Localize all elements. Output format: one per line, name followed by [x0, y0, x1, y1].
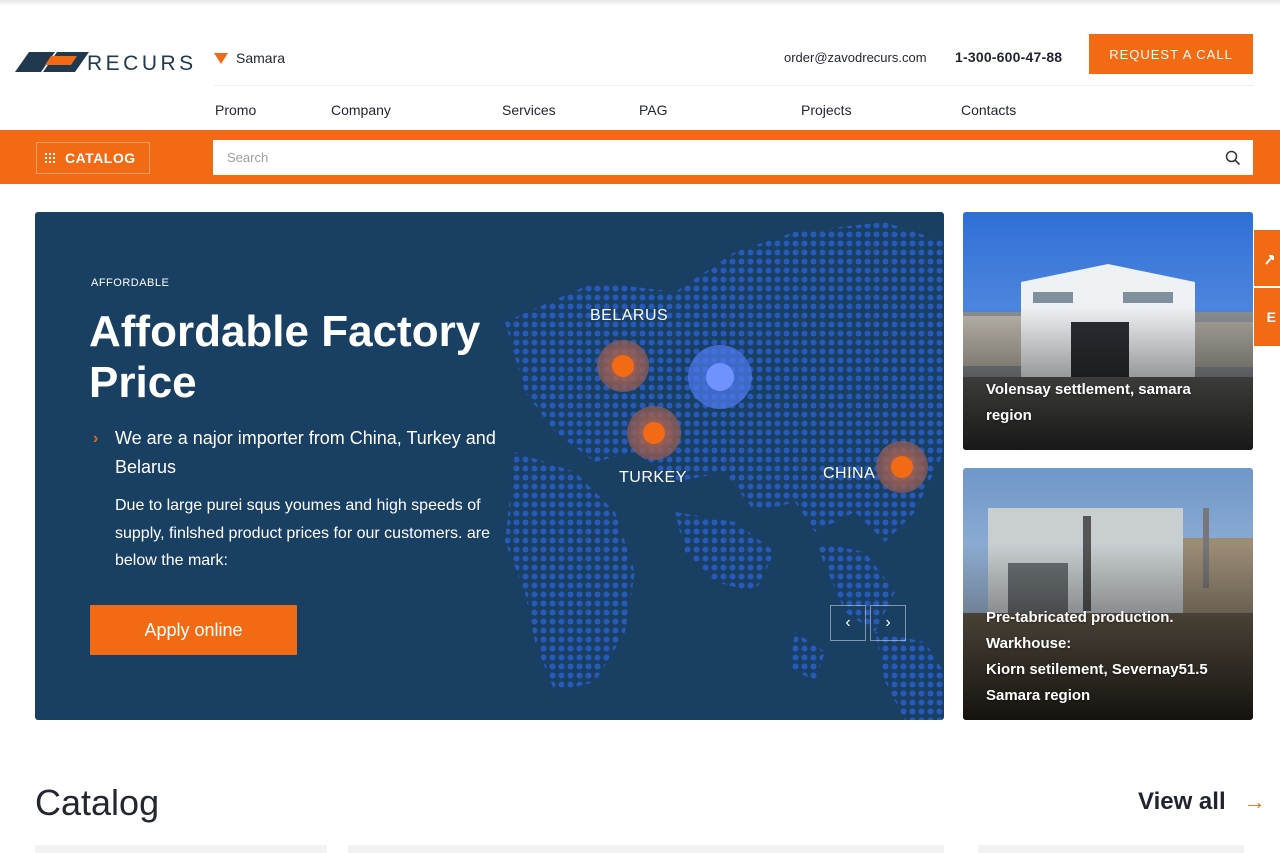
phone-link[interactable]: 1-300-600-47-88	[955, 49, 1062, 65]
catalog-card-preview[interactable]	[978, 845, 1244, 853]
chevron-left-icon: ‹	[845, 614, 851, 631]
search-box	[213, 140, 1253, 175]
nav-item-promo[interactable]: Promo	[215, 102, 256, 118]
logo-mark-icon	[15, 52, 89, 72]
hero-title: Affordable Factory Price	[89, 307, 481, 407]
view-all-link[interactable]: View all →	[1138, 788, 1266, 816]
email-link[interactable]: order@zavodrecurs.com	[784, 50, 927, 65]
chevron-right-icon: ›	[93, 430, 99, 447]
catalog-card-preview[interactable]	[35, 845, 327, 853]
card-caption: Pre-tabricated production. Warkhouse: Ki…	[986, 609, 1208, 704]
map-label-turkey: TURKEY	[619, 469, 687, 486]
project-card[interactable]: Pre-tabricated production. Warkhouse: Ki…	[963, 468, 1253, 720]
side-tab-share[interactable]	[1254, 230, 1280, 286]
slider-next-button[interactable]: ›	[870, 605, 906, 641]
nav-item-projects[interactable]: Projects	[801, 102, 852, 118]
nav-item-pag[interactable]: PAG	[639, 102, 668, 118]
catalog-button-label: CATALOG	[65, 150, 136, 166]
hero-kicker: AFFORDABLE	[91, 277, 170, 289]
project-card[interactable]: Volensay settlement, samara region	[963, 212, 1253, 450]
search-icon[interactable]	[1225, 150, 1241, 166]
hero-bullet: › We are a najor importer from China, Tu…	[93, 424, 513, 482]
map-label-china: CHINA	[823, 465, 876, 482]
nav-item-company[interactable]: Company	[331, 102, 391, 118]
request-call-button[interactable]: REQUEST A CALL	[1089, 34, 1253, 74]
logo[interactable]: RECURS	[15, 48, 193, 76]
nav-divider	[214, 85, 1254, 86]
hero-bullet-text: We are a najor importer from China, Turk…	[115, 428, 496, 477]
side-tab-letter[interactable]: E	[1254, 288, 1280, 346]
city-selector[interactable]: Samara	[214, 50, 285, 66]
search-input[interactable]	[213, 140, 1253, 175]
nav-item-contacts[interactable]: Contacts	[961, 102, 1016, 118]
card-caption: Volensay settlement, samara region	[986, 381, 1191, 424]
view-all-label: View all	[1138, 788, 1226, 815]
nav-item-services[interactable]: Services	[502, 102, 556, 118]
chevron-right-icon: ›	[885, 614, 891, 631]
hero-description: Due to large purei squs youmes and high …	[115, 497, 490, 569]
map-label-belarus: BELARUS	[590, 307, 669, 324]
logo-text: RECURS	[87, 52, 197, 75]
arrow-right-icon: →	[1243, 789, 1266, 814]
city-label: Samara	[236, 50, 286, 66]
top-shadow	[0, 0, 1280, 6]
hero-slider: BELARUS TURKEY CHINA AFFORDABLE Affordab…	[35, 212, 944, 720]
catalog-card-preview[interactable]	[348, 845, 944, 853]
share-icon	[1265, 255, 1274, 265]
apply-online-button[interactable]: Apply online	[90, 605, 297, 655]
grid-icon	[45, 153, 55, 163]
slider-prev-button[interactable]: ‹	[830, 605, 866, 641]
catalog-heading: Catalog	[35, 782, 160, 823]
catalog-button[interactable]: CATALOG	[36, 142, 150, 174]
location-marker-icon	[214, 52, 228, 64]
